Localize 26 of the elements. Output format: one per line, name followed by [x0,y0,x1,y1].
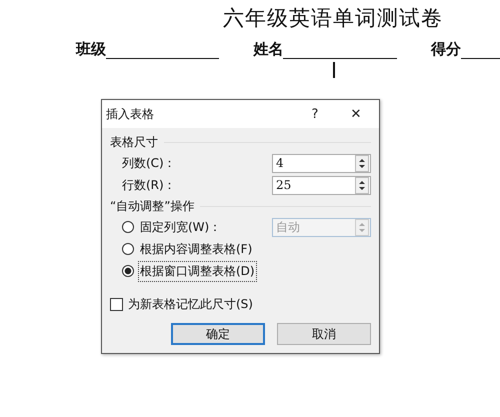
field-label: 班级 [76,40,106,59]
spinner-field[interactable]: 4 [272,154,371,172]
radio-label[interactable]: 根据内容调整表格(F) [138,238,254,260]
spinner-arrows-icon[interactable] [355,154,369,172]
cancel-button[interactable]: 取消 [277,323,371,345]
ok-button[interactable]: 确定 [171,323,265,345]
dialog-title: 插入表格 [106,106,155,122]
field-label: 得分 [430,40,461,59]
group-label: “自动调整”操作 [110,198,194,214]
radio-label[interactable]: 根据窗口调整表格(D) [138,260,257,282]
spinner-field[interactable]: 25 [272,176,371,194]
radio-button[interactable] [122,243,134,255]
field-label: 姓名 [253,40,284,59]
help-button[interactable]: ? [297,100,333,128]
document-title: 六年级英语单词测试卷 [222,5,444,32]
close-button[interactable]: ✕ [333,100,379,128]
radio-button[interactable] [122,265,134,277]
spinner-arrows-icon[interactable] [355,176,369,194]
radio-button[interactable] [122,221,134,233]
radio-label[interactable]: 固定列宽(W)： [138,216,224,238]
spinner-label: 列数(C)： [122,154,176,172]
checkbox[interactable] [110,298,123,311]
text-cursor [333,62,335,78]
group-label: 表格尺寸 [110,134,158,150]
checkbox-label[interactable]: 为新表格记忆此尺寸(S) [126,294,255,315]
spinner-label: 行数(R)： [122,176,176,194]
